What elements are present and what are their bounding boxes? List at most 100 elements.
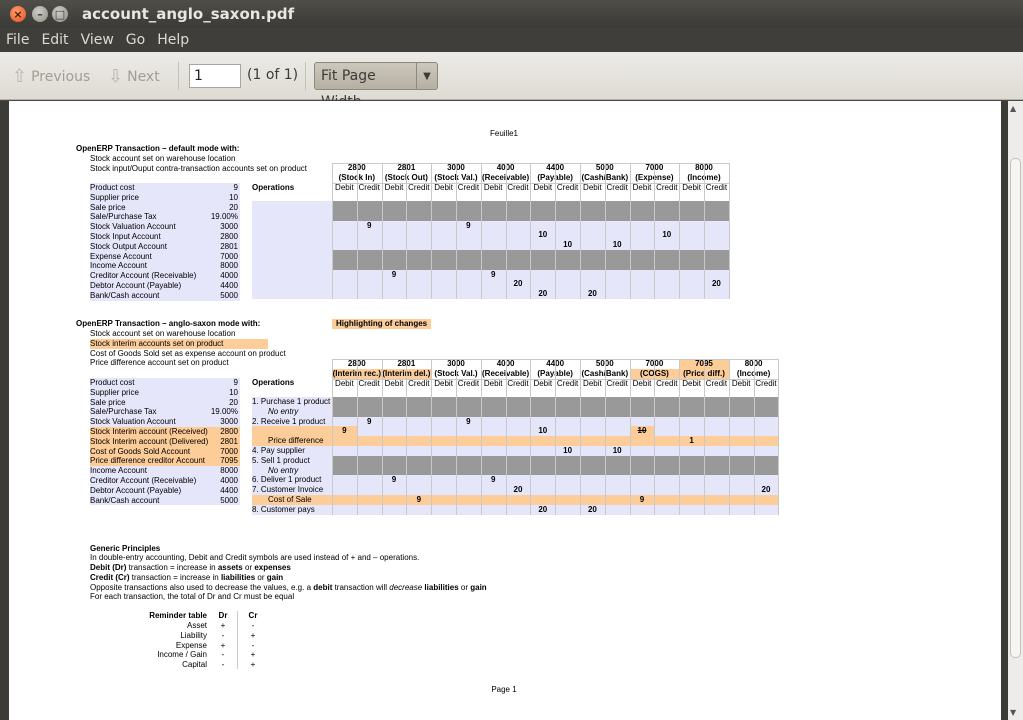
- menu-file[interactable]: File: [6, 32, 29, 48]
- debit-header: Debit: [434, 182, 453, 192]
- scroll-up-arrow-icon[interactable]: ▲: [1010, 104, 1016, 113]
- grid-line: [728, 163, 730, 299]
- grid-line: [555, 359, 557, 515]
- close-window-button[interactable]: ×: [10, 6, 26, 22]
- reminder-cr-value: +: [250, 660, 256, 670]
- menu-view[interactable]: View: [81, 32, 114, 48]
- param-label: Creditor Account (Receivable): [90, 476, 197, 485]
- reminder-dr-value: +: [220, 640, 226, 650]
- operation-label-cell: [252, 269, 332, 280]
- zoom-label: Fit Page Width: [315, 63, 417, 110]
- zoom-select[interactable]: Fit Page Width ▼: [314, 62, 438, 110]
- param-value: 4400: [220, 485, 238, 495]
- param-value: 7095: [220, 456, 238, 466]
- scroll-down-arrow-icon[interactable]: ▼: [1010, 708, 1016, 717]
- entry-value: 9: [391, 269, 397, 279]
- principles-fragment: decrease: [389, 583, 423, 592]
- menu-help[interactable]: Help: [157, 32, 189, 48]
- credit-header: Credit: [507, 378, 529, 388]
- maximize-window-button[interactable]: □: [52, 6, 68, 22]
- param-value: 2800: [220, 232, 238, 241]
- credit-header: Credit: [457, 378, 480, 388]
- arrow-down-icon: ⇩: [108, 66, 124, 87]
- param-value: 9: [233, 183, 238, 192]
- operation-label-cell: [252, 289, 332, 299]
- debit-header: Debit: [335, 182, 354, 192]
- param-value: 7000: [220, 446, 238, 456]
- debit-header: Debit: [682, 378, 701, 388]
- toolbar-separator: [305, 62, 306, 90]
- reminder-cr-value: +: [250, 650, 256, 660]
- credit-header: Credit: [556, 378, 579, 388]
- operation-label: Price difference: [268, 436, 324, 446]
- debit-header: Debit: [533, 182, 553, 192]
- previous-page-button[interactable]: ⇧ Previous: [12, 66, 90, 87]
- reminder-dr-value: -: [221, 630, 225, 640]
- document-viewer[interactable]: Feuille1 Page 1 OpenERP Transaction – defa…: [0, 101, 1023, 720]
- entry-value: 20: [513, 485, 523, 495]
- debit-header: Debit: [583, 378, 602, 388]
- entry-value: 9: [366, 220, 372, 230]
- credit-header: Credit: [755, 378, 777, 388]
- principles-fragment: Opposite transactions also used to decre…: [90, 583, 314, 592]
- param-value: 5000: [220, 290, 238, 300]
- next-label: Next: [127, 68, 160, 85]
- entry-value: 20: [538, 289, 548, 299]
- entry-value: 9: [490, 269, 496, 279]
- credit-header: Credit: [606, 182, 628, 192]
- window-title: account_anglo_saxon.pdf: [82, 5, 295, 23]
- param-value: 2800: [220, 427, 238, 436]
- param-value: 4000: [220, 271, 238, 281]
- param-label: Product cost: [90, 378, 135, 387]
- operation-label: No entry: [268, 406, 299, 416]
- entry-value: 20: [711, 279, 721, 289]
- debit-header: Debit: [384, 182, 404, 192]
- section-note: Stock account set on warehouse location: [90, 329, 236, 338]
- param-value: 19.00%: [210, 407, 238, 417]
- minimize-window-button[interactable]: –: [32, 6, 48, 22]
- menu-go[interactable]: Go: [126, 32, 145, 48]
- param-value: 3000: [220, 222, 238, 232]
- highlight-cell: [252, 426, 332, 437]
- debit-header: Debit: [533, 378, 553, 388]
- entry-value: 10: [637, 426, 647, 436]
- grid-line: [654, 359, 656, 515]
- operation-label-cell: [252, 279, 332, 290]
- param-label: Sale/Purchase Tax: [90, 407, 157, 417]
- grid-line: [332, 163, 729, 164]
- entry-value: 9: [391, 475, 397, 485]
- next-page-button[interactable]: ⇩ Next: [108, 66, 160, 87]
- grid-line: [530, 359, 532, 515]
- operation-label-cell: [252, 250, 332, 260]
- grid-line: [237, 611, 238, 669]
- principles-text: For each transaction, the total of Dr an…: [90, 592, 295, 601]
- operation-label-cell: [252, 220, 332, 231]
- title-bar: × – □ account_anglo_saxon.pdf: [0, 0, 1023, 28]
- credit-header: Credit: [705, 378, 728, 388]
- menu-edit[interactable]: Edit: [41, 32, 68, 48]
- param-value: 2801: [220, 241, 238, 251]
- operation-label: Cost of Sale: [268, 495, 312, 504]
- page-number-input[interactable]: [189, 64, 241, 88]
- param-value: 10: [229, 192, 238, 202]
- entry-value: 1: [689, 436, 694, 446]
- param-label: Income Account: [90, 261, 147, 271]
- entry-value: 10: [662, 230, 672, 240]
- entry-value: 10: [538, 230, 548, 240]
- scrollbar-thumb[interactable]: [1010, 158, 1021, 658]
- param-label: Sale price: [90, 202, 126, 212]
- entry-value: 9: [490, 475, 496, 485]
- param-label: Stock Input Account: [90, 232, 161, 241]
- operation-label: 5. Sell 1 product: [252, 455, 310, 465]
- grid-line: [356, 359, 358, 515]
- operation-label: 4. Pay supplier: [252, 446, 305, 455]
- principles-fragment: or: [458, 583, 471, 592]
- entry-value: 9: [466, 220, 471, 230]
- grid-line: [604, 359, 606, 515]
- entry-value: 20: [761, 485, 771, 495]
- reminder-dr-value: +: [220, 621, 226, 630]
- reminder-cr-header: Cr: [248, 611, 258, 620]
- principles-fragment: debit: [313, 583, 333, 592]
- reminder-row-label: Liability: [180, 630, 207, 640]
- param-label: Supplier price: [90, 387, 139, 397]
